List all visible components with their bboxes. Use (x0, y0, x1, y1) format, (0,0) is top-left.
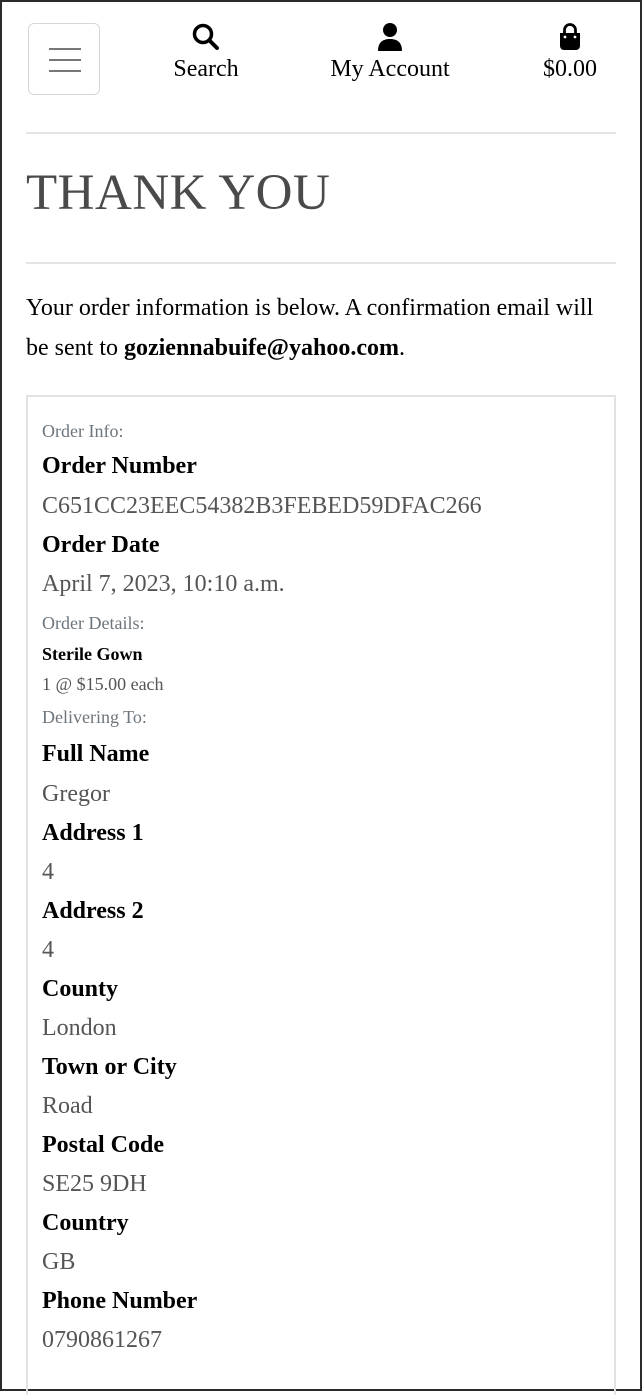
order-date-label: Order Date (42, 532, 160, 558)
order-summary-card: Order Info: Order Number C651CC23EEC5438… (26, 395, 616, 1395)
intro-text: Your order information is below. A confi… (26, 295, 594, 361)
county-label: County (42, 976, 119, 1002)
order-number-value: C651CC23EEC54382B3FEBED59DFAC266 (42, 493, 482, 519)
full-name-label: Full Name (42, 741, 150, 767)
address2-value: 4 (42, 937, 54, 963)
cart-link[interactable]: $0.00 (535, 22, 605, 84)
postal-code-label: Postal Code (42, 1132, 164, 1158)
county-value: London (42, 1015, 117, 1041)
order-details-heading: Order Details: (42, 613, 145, 633)
page-title: THANK YOU (26, 165, 331, 221)
address2-label: Address 2 (42, 898, 144, 924)
order-info-heading: Order Info: (42, 421, 124, 441)
search-label: Search (173, 56, 239, 82)
cart-total: $0.00 (543, 56, 597, 82)
order-item: Sterile Gown 1 @ $15.00 each (42, 641, 604, 697)
order-date-value: April 7, 2023, 10:10 a.m. (42, 571, 285, 597)
address1-label: Address 1 (42, 820, 144, 846)
order-number-label: Order Number (42, 453, 197, 479)
my-account-label: My Account (330, 56, 450, 82)
phone-number-label: Phone Number (42, 1288, 198, 1314)
search-link[interactable]: Search (165, 22, 247, 84)
town-label: Town or City (42, 1054, 177, 1080)
phone-number-value: 0790861267 (42, 1327, 162, 1353)
my-account-link[interactable]: My Account (320, 22, 460, 84)
divider (26, 132, 616, 134)
delivering-to-heading: Delivering To: (42, 707, 147, 727)
country-label: Country (42, 1210, 129, 1236)
item-name: Sterile Gown (42, 644, 143, 664)
town-value: Road (42, 1093, 93, 1119)
search-icon (192, 23, 219, 50)
divider (26, 262, 616, 264)
item-quantity: 1 @ $15.00 each (42, 674, 164, 694)
confirmation-email: goziennabuife@yahoo.com (123, 335, 399, 361)
shopping-bag-icon (560, 23, 580, 50)
postal-code-value: SE25 9DH (42, 1171, 147, 1197)
address1-value: 4 (42, 859, 54, 885)
top-navigation: Search My Account $0.00 (2, 2, 640, 112)
menu-toggle-button[interactable] (28, 23, 100, 95)
full-name-value: Gregor (42, 781, 110, 807)
country-value: GB (42, 1249, 76, 1275)
user-icon (378, 23, 402, 51)
